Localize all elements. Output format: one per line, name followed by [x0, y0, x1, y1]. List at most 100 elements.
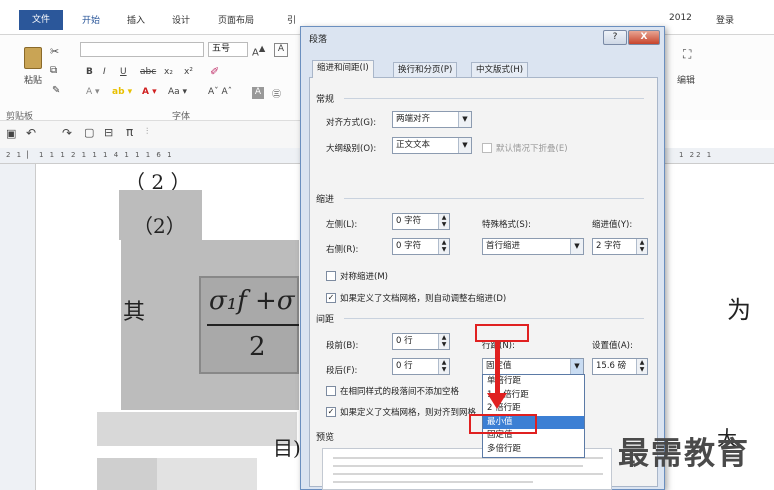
format-painter-icon[interactable]: ✎: [52, 85, 60, 96]
vertical-ruler[interactable]: [0, 164, 36, 490]
phonetic-icon[interactable]: Aˇ Aˆ: [208, 87, 232, 97]
close-button[interactable]: X: [628, 30, 660, 45]
tab-page-layout[interactable]: 页面布局: [218, 13, 254, 26]
highlight-icon[interactable]: ab ▾: [112, 87, 132, 97]
char-border-icon[interactable]: A: [274, 43, 288, 57]
spacing-at-label: 设置值(A):: [592, 341, 633, 351]
blurred-text-2: [97, 458, 157, 490]
subscript-button[interactable]: x₂: [164, 67, 173, 77]
indent-by-value: 2 字符: [596, 241, 622, 251]
spinner-arrows-icon[interactable]: ▲ ▼: [636, 359, 647, 374]
open-icon[interactable]: ⊟: [104, 126, 113, 139]
no-space-same-style-checkbox[interactable]: [326, 386, 336, 396]
blurred-text-1: [97, 412, 297, 446]
tab-file[interactable]: 文件: [19, 10, 63, 30]
alignment-select[interactable]: 两端对齐 ▼: [392, 111, 472, 128]
copy-icon[interactable]: ⧉: [50, 65, 57, 76]
quick-access-toolbar: ▣ ↶ ↷ ▢ ⊟ π ⫶: [0, 120, 300, 148]
font-grow-icon[interactable]: A▲: [252, 43, 265, 58]
space-after-value: 0 行: [396, 361, 413, 371]
doc-qi: 其: [123, 300, 146, 325]
spinner-arrows-icon[interactable]: ▲ ▼: [438, 334, 449, 349]
paste-button-label[interactable]: 粘贴: [24, 73, 42, 86]
space-before-label: 段前(B):: [326, 341, 359, 351]
tab-insert[interactable]: 插入: [127, 13, 145, 26]
underline-button[interactable]: U: [120, 67, 127, 77]
preview-line: [333, 481, 533, 483]
superscript-button[interactable]: x²: [184, 67, 193, 77]
tab-indents-spacing[interactable]: 缩进和间距(I): [312, 60, 374, 78]
redo-icon[interactable]: ↷: [62, 126, 72, 140]
font-color-icon[interactable]: A ▾: [142, 87, 157, 97]
edit-group-label[interactable]: 编辑: [677, 73, 695, 86]
chevron-down-icon: ▼: [458, 112, 471, 127]
login-link[interactable]: 登录: [716, 13, 734, 26]
indent-by-spinner[interactable]: 2 字符 ▲ ▼: [592, 238, 648, 255]
mirror-indent-checkbox[interactable]: [326, 271, 336, 281]
spinner-arrows-icon[interactable]: ▲ ▼: [438, 359, 449, 374]
clear-format-icon[interactable]: ✐: [210, 65, 219, 78]
tab-design[interactable]: 设计: [172, 13, 190, 26]
special-indent-value: 首行缩进: [486, 241, 521, 251]
spacing-at-spinner[interactable]: 15.6 磅 ▲ ▼: [592, 358, 648, 375]
text-effect-icon[interactable]: A ▾: [86, 87, 100, 97]
outline-level-select[interactable]: 正文文本 ▼: [392, 137, 472, 154]
mirror-indent-label: 对称缩进(M): [340, 272, 388, 282]
space-before-spinner[interactable]: 0 行 ▲ ▼: [392, 333, 450, 350]
indent-left-label: 左侧(L):: [326, 220, 358, 230]
line-spacing-option[interactable]: 多倍行距: [483, 443, 584, 457]
annotation-box-line-spacing: [475, 324, 529, 342]
italic-button[interactable]: I: [103, 67, 106, 77]
doc-wei: 为: [727, 296, 751, 324]
special-indent-label: 特殊格式(S):: [482, 220, 531, 230]
tab-2012[interactable]: 2012: [669, 13, 692, 23]
special-indent-select[interactable]: 首行缩进 ▼: [482, 238, 584, 255]
help-button[interactable]: ?: [603, 30, 627, 45]
blurred-text-3: [157, 458, 257, 490]
new-doc-icon[interactable]: ▢: [84, 126, 94, 139]
auto-adjust-label: 如果定义了文档网格，则自动调整右缩进(D): [340, 294, 507, 304]
watermark-logo: 最需教育: [618, 436, 750, 472]
snap-to-grid-label: 如果定义了文档网格，则对齐到网格: [340, 408, 477, 418]
cut-icon[interactable]: ✂: [50, 45, 59, 58]
bold-button[interactable]: B: [86, 67, 93, 77]
doc-paren-label: （2）: [133, 214, 186, 238]
tab-line-page-breaks[interactable]: 换行和分页(P): [393, 62, 458, 78]
font-size-combo[interactable]: 五号: [208, 42, 248, 57]
ruler-marks: 2 1 ▏ 1 1 1 2 1 1 1 4 1 1 1 6 1: [6, 151, 174, 159]
annotation-arrow-icon: [495, 341, 500, 397]
general-divider: [344, 98, 644, 99]
change-case-icon[interactable]: Aa ▾: [168, 87, 187, 97]
preview-line: [333, 465, 583, 467]
indent-left-spinner[interactable]: 0 字符 ▲ ▼: [392, 213, 450, 230]
annotation-arrow-head-icon: [487, 393, 507, 409]
preview-line: [333, 473, 603, 475]
font-name-combo[interactable]: [80, 42, 204, 57]
collapse-checkbox[interactable]: [482, 143, 492, 153]
horizontal-ruler[interactable]: 2 1 ▏ 1 1 1 2 1 1 1 4 1 1 1 6 1: [0, 148, 300, 164]
tab-references[interactable]: 引: [287, 13, 296, 26]
tab-home[interactable]: 开始: [82, 13, 100, 26]
spinner-arrows-icon[interactable]: ▲ ▼: [438, 214, 449, 229]
auto-adjust-checkbox[interactable]: ✓: [326, 293, 336, 303]
spacing-section-title: 间距: [316, 315, 335, 325]
tab-asian-typography[interactable]: 中文版式(H): [471, 62, 529, 78]
spinner-arrows-icon[interactable]: ▲ ▼: [636, 239, 647, 254]
enclose-char-icon[interactable]: ㊂: [272, 87, 281, 100]
paste-icon[interactable]: [24, 47, 42, 69]
outline-level-value: 正文文本: [396, 140, 431, 150]
strikethrough-button[interactable]: abc: [140, 67, 156, 77]
horizontal-ruler-right[interactable]: 1 22 1: [665, 148, 774, 164]
equation-button[interactable]: π: [126, 125, 133, 139]
spinner-arrows-icon[interactable]: ▲ ▼: [438, 239, 449, 254]
indent-right-spinner[interactable]: 0 字符 ▲ ▼: [392, 238, 450, 255]
customize-qat-icon[interactable]: ⫶: [146, 127, 148, 137]
chevron-down-icon: ▼: [570, 359, 583, 374]
snap-to-grid-checkbox[interactable]: ✓: [326, 407, 336, 417]
save-icon[interactable]: ▣: [6, 127, 16, 140]
collapse-label: 默认情况下折叠(E): [496, 144, 568, 154]
char-shading-icon[interactable]: A: [252, 87, 264, 99]
find-icon[interactable]: ⛶: [683, 47, 691, 62]
undo-icon[interactable]: ↶: [26, 126, 36, 140]
space-after-spinner[interactable]: 0 行 ▲ ▼: [392, 358, 450, 375]
